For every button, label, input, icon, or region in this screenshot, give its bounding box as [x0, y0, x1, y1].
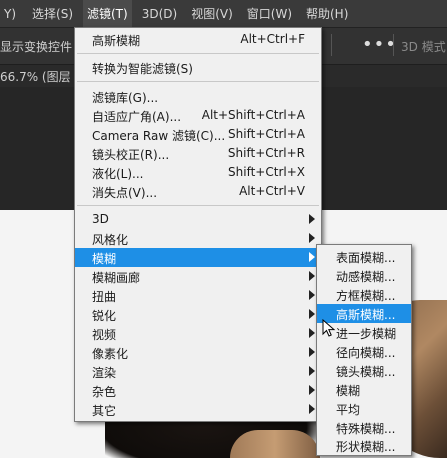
show-transform-controls-label[interactable]: 显示变换控件 — [0, 38, 72, 55]
submenu-item-label: 镜头模糊... — [336, 365, 396, 379]
menu-item-label: 视频 — [92, 328, 117, 342]
menu-item-blur-gallery[interactable]: 模糊画廊 — [75, 267, 321, 286]
menu-item-label: 自适应广角(A)... — [92, 110, 182, 124]
menu-item-label: 消失点(V)... — [92, 186, 158, 200]
submenu-item-label: 表面模糊... — [336, 251, 396, 265]
menu-item-shortcut: Alt+Ctrl+F — [240, 32, 305, 46]
submenu-item-lens-blur[interactable]: 镜头模糊... — [317, 361, 411, 380]
menu-item-3d[interactable]: 3D — [75, 210, 321, 229]
submenu-arrow-icon — [309, 214, 315, 224]
submenu-arrow-icon — [309, 347, 315, 357]
menu-help[interactable]: 帮助(H) — [302, 0, 352, 27]
menu-item-label: 模糊画廊 — [92, 271, 141, 285]
submenu-item-surface-blur[interactable]: 表面模糊... — [317, 247, 411, 266]
menu-item-noise[interactable]: 杂色 — [75, 381, 321, 400]
document-tab[interactable]: 66.7% (图层 — [0, 68, 71, 85]
menu-item-label: Camera Raw 滤镜(C)... — [92, 129, 226, 143]
menu-select[interactable]: 选择(S) — [28, 0, 77, 27]
menu-image-partial[interactable]: Y) — [0, 0, 20, 27]
submenu-item-label: 高斯模糊... — [336, 308, 396, 322]
menu-item-vanishing-point[interactable]: 消失点(V)... Alt+Ctrl+V — [75, 182, 321, 201]
filter-menu: 高斯模糊 Alt+Ctrl+F 转换为智能滤镜(S) 滤镜库(G)... 自适应… — [74, 27, 322, 422]
menu-item-video[interactable]: 视频 — [75, 324, 321, 343]
submenu-arrow-icon — [309, 328, 315, 338]
menu-item-shortcut: Alt+Ctrl+V — [239, 184, 305, 198]
menu-separator — [77, 205, 319, 206]
menu-filter[interactable]: 滤镜(T) — [83, 0, 132, 27]
menu-item-label: 锐化 — [92, 309, 117, 323]
submenu-item-radial-blur[interactable]: 径向模糊... — [317, 342, 411, 361]
menu-separator — [77, 81, 319, 82]
menu-bar: Y) 选择(S) 滤镜(T) 3D(D) 视图(V) 窗口(W) 帮助(H) — [0, 0, 447, 28]
submenu-item-blur[interactable]: 模糊 — [317, 380, 411, 399]
menu-item-label: 滤镜库(G)... — [92, 91, 159, 105]
3d-mode-label[interactable]: 3D 模式 — [401, 38, 446, 55]
options-divider — [393, 34, 394, 56]
menu-item-shortcut: Shift+Ctrl+A — [228, 127, 305, 141]
menu-item-label: 高斯模糊 — [92, 34, 141, 48]
menu-item-label: 液化(L)... — [92, 167, 144, 181]
menu-item-last-filter[interactable]: 高斯模糊 Alt+Ctrl+F — [75, 30, 321, 49]
submenu-item-label: 模糊 — [336, 384, 361, 398]
menu-item-adaptive-wide-angle[interactable]: 自适应广角(A)... Alt+Shift+Ctrl+A — [75, 106, 321, 125]
menu-item-label: 扭曲 — [92, 290, 117, 304]
submenu-arrow-icon — [309, 366, 315, 376]
submenu-item-smart-blur[interactable]: 特殊模糊... — [317, 418, 411, 437]
submenu-arrow-icon — [309, 252, 315, 262]
menu-item-label: 风格化 — [92, 233, 129, 247]
submenu-item-label: 径向模糊... — [336, 346, 396, 360]
menu-item-convert-smart-filters[interactable]: 转换为智能滤镜(S) — [75, 58, 321, 77]
menu-item-liquify[interactable]: 液化(L)... Shift+Ctrl+X — [75, 163, 321, 182]
submenu-arrow-icon — [309, 309, 315, 319]
menu-item-filter-gallery[interactable]: 滤镜库(G)... — [75, 87, 321, 106]
menu-item-shortcut: Shift+Ctrl+R — [227, 146, 305, 160]
submenu-arrow-icon — [309, 404, 315, 414]
submenu-item-label: 方框模糊... — [336, 289, 396, 303]
mouse-cursor-icon — [322, 319, 336, 337]
submenu-item-label: 平均 — [336, 403, 361, 417]
menu-item-shortcut: Alt+Shift+Ctrl+A — [201, 108, 305, 122]
menu-item-lens-correction[interactable]: 镜头校正(R)... Shift+Ctrl+R — [75, 144, 321, 163]
submenu-item-label: 动感模糊... — [336, 270, 396, 284]
menu-view[interactable]: 视图(V) — [187, 0, 237, 27]
menu-separator — [77, 53, 319, 54]
menu-item-blur[interactable]: 模糊 — [75, 248, 321, 267]
submenu-arrow-icon — [309, 271, 315, 281]
menu-window[interactable]: 窗口(W) — [243, 0, 296, 27]
menu-item-label: 镜头校正(R)... — [92, 148, 170, 162]
submenu-item-shape-blur[interactable]: 形状模糊... — [317, 436, 411, 455]
menu-item-stylize[interactable]: 风格化 — [75, 229, 321, 248]
submenu-item-label: 形状模糊... — [336, 440, 396, 454]
menu-item-label: 模糊 — [92, 252, 117, 266]
menu-item-shortcut: Shift+Ctrl+X — [228, 165, 305, 179]
menu-item-distort[interactable]: 扭曲 — [75, 286, 321, 305]
more-options-button[interactable]: ••• — [362, 34, 397, 55]
submenu-item-label: 进一步模糊 — [336, 327, 397, 341]
blur-submenu: 表面模糊... 动感模糊... 方框模糊... 高斯模糊... 进一步模糊 径向… — [316, 244, 412, 456]
submenu-item-label: 特殊模糊... — [336, 422, 396, 436]
submenu-arrow-icon — [309, 290, 315, 300]
image-dog-fur — [230, 430, 320, 458]
options-divider — [331, 34, 332, 56]
menu-3d[interactable]: 3D(D) — [138, 0, 181, 27]
submenu-item-average[interactable]: 平均 — [317, 399, 411, 418]
menu-item-pixelate[interactable]: 像素化 — [75, 343, 321, 362]
submenu-item-motion-blur[interactable]: 动感模糊... — [317, 266, 411, 285]
menu-item-camera-raw[interactable]: Camera Raw 滤镜(C)... Shift+Ctrl+A — [75, 125, 321, 144]
menu-item-label: 其它 — [92, 404, 117, 418]
menu-item-label: 渲染 — [92, 366, 117, 380]
submenu-arrow-icon — [309, 385, 315, 395]
menu-item-sharpen[interactable]: 锐化 — [75, 305, 321, 324]
submenu-arrow-icon — [309, 233, 315, 243]
menu-item-label: 杂色 — [92, 385, 117, 399]
menu-item-label: 转换为智能滤镜(S) — [92, 62, 193, 76]
submenu-item-box-blur[interactable]: 方框模糊... — [317, 285, 411, 304]
menu-item-other[interactable]: 其它 — [75, 400, 321, 419]
menu-item-render[interactable]: 渲染 — [75, 362, 321, 381]
menu-item-label: 3D — [92, 212, 109, 226]
menu-item-label: 像素化 — [92, 347, 129, 361]
